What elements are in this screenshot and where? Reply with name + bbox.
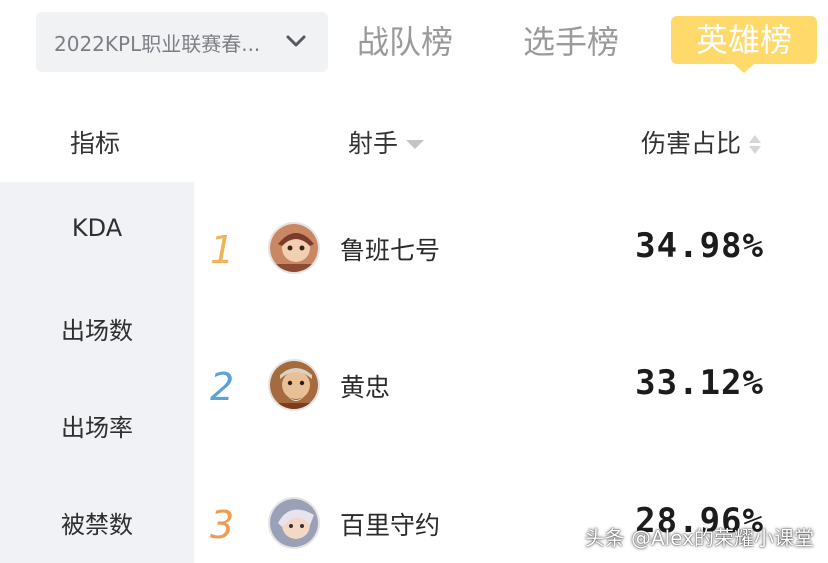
hero-avatar — [268, 359, 320, 411]
damage-share-label: 伤害占比 — [641, 129, 742, 158]
hero-row[interactable]: 1 鲁班七号 34.98% — [194, 206, 828, 296]
chevron-down-icon — [284, 29, 308, 53]
metric-item-bans[interactable]: 被禁数 — [0, 505, 194, 540]
sort-by-damage-share[interactable]: 伤害占比 — [641, 124, 762, 164]
metric-item-pick-rate[interactable]: 出场率 — [0, 408, 194, 443]
metric-menu: KDA 出场数 出场率 被禁数 — [0, 182, 194, 563]
tab-team-ranking[interactable]: 战队榜 — [357, 14, 453, 70]
season-select[interactable]: 2022KPL职业联赛春... — [36, 12, 328, 72]
tab-player-ranking[interactable]: 选手榜 — [523, 14, 619, 70]
watermark: 头条 @Alex的荣耀小课堂 — [584, 526, 814, 550]
role-filter-dropdown[interactable]: 射手 — [348, 124, 425, 164]
metric-item-appearances[interactable]: 出场数 — [0, 311, 194, 346]
rank-number: 3 — [210, 503, 235, 547]
tab-hero-ranking[interactable]: 英雄榜 — [671, 16, 817, 73]
damage-share-value: 34.98% — [635, 226, 764, 266]
sort-icon — [749, 134, 762, 154]
rank-number: 2 — [210, 365, 235, 409]
column-header-metric: 指标 — [70, 129, 121, 158]
caret-down-icon — [406, 139, 425, 149]
season-select-label: 2022KPL职业联赛春... — [54, 31, 261, 56]
tab-hero-label: 英雄榜 — [695, 21, 792, 59]
hero-row[interactable]: 2 黄忠 33.12% — [194, 343, 828, 433]
metric-item-kda[interactable]: KDA — [0, 214, 194, 242]
tab-active-pointer — [734, 64, 754, 73]
role-filter-label: 射手 — [348, 129, 399, 158]
hero-name: 百里守约 — [340, 511, 441, 540]
damage-share-value: 33.12% — [635, 363, 764, 403]
hero-name: 鲁班七号 — [340, 236, 441, 265]
hero-avatar — [268, 497, 320, 549]
hero-avatar — [268, 222, 320, 274]
hero-name: 黄忠 — [340, 373, 391, 402]
rank-number: 1 — [210, 228, 235, 272]
